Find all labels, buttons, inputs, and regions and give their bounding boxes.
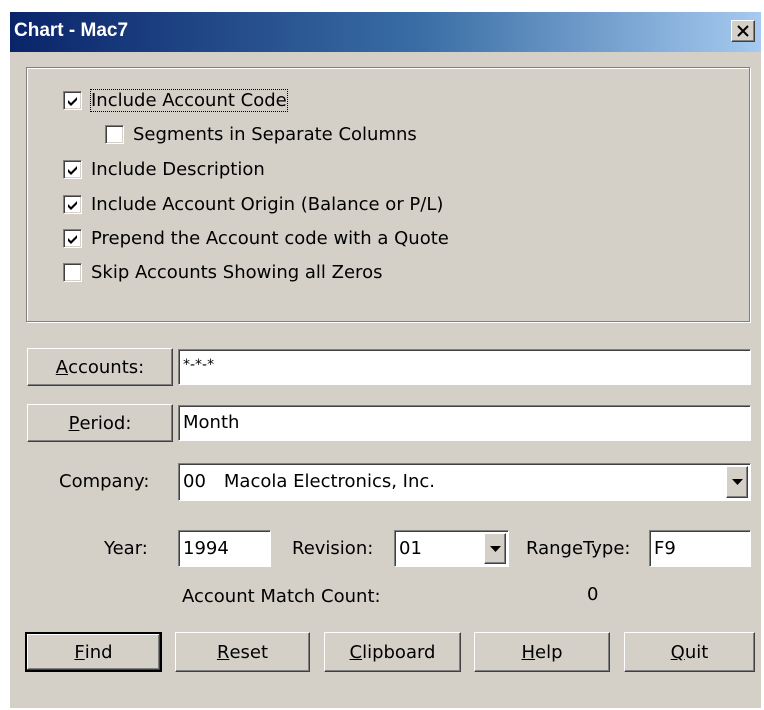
company-name: Macola Electronics, Inc. [223, 471, 436, 492]
company-code: 00 [183, 471, 206, 492]
prepend-quote-checkbox[interactable] [63, 228, 82, 248]
quit-button-label: uit [684, 641, 709, 663]
segments-separate-checkbox[interactable] [105, 124, 124, 144]
revision-label: Revision: [292, 538, 374, 559]
include-description-label: Include Description [91, 158, 265, 180]
help-button-mnemonic: H [521, 641, 536, 663]
period-input[interactable]: Month [178, 405, 751, 441]
checkmark-icon [68, 165, 77, 175]
range-type-label: RangeType: [526, 538, 631, 559]
options-group: Include Account Code Segments in Separat… [26, 67, 750, 322]
skip-zeros-checkbox[interactable] [63, 262, 82, 282]
chart-dialog: Chart - Mac7 Include Account Code Segmen… [10, 12, 761, 708]
checkmark-icon [68, 96, 77, 106]
range-type-input[interactable]: F9 [649, 530, 751, 567]
include-description-option[interactable]: Include Description [63, 155, 265, 183]
include-account-code-checkbox[interactable] [63, 90, 82, 110]
year-input[interactable]: 1994 [178, 530, 271, 567]
accounts-button-mnemonic: A [55, 356, 69, 378]
include-origin-checkbox[interactable] [63, 194, 82, 214]
segments-separate-option[interactable]: Segments in Separate Columns [105, 120, 417, 148]
title-bar[interactable]: Chart - Mac7 [10, 12, 761, 52]
reset-button-mnemonic: R [216, 641, 230, 663]
include-account-code-label: Include Account Code [90, 88, 288, 112]
skip-zeros-label: Skip Accounts Showing all Zeros [91, 261, 383, 283]
window-title: Chart - Mac7 [14, 20, 129, 41]
match-count-value: 0 [587, 584, 599, 605]
quit-button[interactable]: Quit [624, 632, 755, 672]
accounts-button-label: ccounts: [68, 356, 145, 378]
period-button-mnemonic: P [68, 412, 80, 434]
period-button[interactable]: Period: [27, 404, 173, 442]
close-button[interactable] [731, 20, 755, 42]
revision-dropdown-button[interactable] [484, 533, 506, 564]
quit-button-mnemonic: Q [670, 641, 685, 663]
revision-value: 01 [399, 538, 422, 559]
reset-button-label: eset [229, 641, 269, 663]
match-count-label: Account Match Count: [182, 586, 381, 607]
include-origin-label: Include Account Origin (Balance or P/L) [91, 193, 444, 215]
company-label: Company: [59, 471, 150, 492]
checkmark-icon [68, 200, 77, 210]
accounts-button[interactable]: Accounts: [27, 348, 173, 386]
revision-select[interactable]: 01 [394, 530, 509, 567]
find-button-mnemonic: F [74, 641, 85, 663]
clipboard-button-label: lipboard [362, 641, 436, 663]
year-label: Year: [104, 538, 148, 559]
checkmark-icon [68, 234, 77, 244]
prepend-quote-option[interactable]: Prepend the Account code with a Quote [63, 224, 449, 252]
find-button[interactable]: Find [25, 632, 162, 672]
help-button[interactable]: Help [474, 632, 610, 672]
find-button-label: ind [84, 641, 113, 663]
segments-separate-label: Segments in Separate Columns [133, 123, 417, 145]
skip-zeros-option[interactable]: Skip Accounts Showing all Zeros [63, 258, 382, 286]
reset-button[interactable]: Reset [175, 632, 310, 672]
clipboard-button[interactable]: Clipboard [324, 632, 461, 672]
include-account-code-option[interactable]: Include Account Code [63, 86, 288, 114]
close-icon [737, 25, 749, 37]
chevron-down-icon [490, 546, 501, 552]
include-description-checkbox[interactable] [63, 159, 82, 179]
company-dropdown-button[interactable] [726, 466, 748, 498]
company-select[interactable]: 00 Macola Electronics, Inc. [178, 463, 751, 501]
chevron-down-icon [732, 479, 743, 485]
clipboard-button-mnemonic: C [349, 641, 363, 663]
period-button-label: eriod: [79, 412, 132, 434]
prepend-quote-label: Prepend the Account code with a Quote [91, 227, 449, 249]
help-button-label: elp [535, 641, 563, 663]
include-origin-option[interactable]: Include Account Origin (Balance or P/L) [63, 190, 443, 218]
accounts-input[interactable]: *-*-* [178, 349, 751, 385]
